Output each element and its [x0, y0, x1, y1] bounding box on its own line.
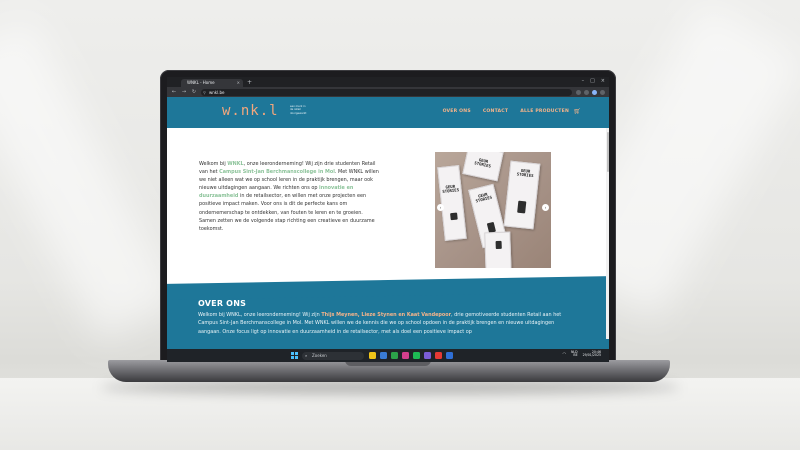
window-controls: – □ ×	[582, 78, 605, 84]
windows-logo-icon	[295, 352, 298, 355]
product-box: GEUR STORIES	[503, 160, 541, 230]
taskbar-app-icon[interactable]	[380, 352, 387, 359]
new-tab-icon[interactable]: +	[247, 79, 252, 87]
wifi-icon[interactable]: ◠	[563, 352, 567, 356]
reload-icon[interactable]: ↻	[191, 89, 197, 95]
laptop-shadow	[100, 380, 680, 394]
profile-avatar[interactable]	[592, 89, 597, 95]
laptop-screen: WNKL - Home × + – □ × ← → ↻ ⚲ wnkl.be w.…	[167, 77, 609, 362]
forward-icon[interactable]: →	[181, 89, 187, 95]
search-placeholder: Zoeken	[312, 352, 327, 358]
clock[interactable]: 20:46 29/01/2025	[582, 350, 601, 359]
product-label: GEUR STORIES	[473, 157, 492, 170]
intro-text-part: Welkom bij	[199, 161, 228, 167]
browser-menu-icon[interactable]	[600, 89, 605, 95]
product-label: GEUR STORIES	[475, 191, 493, 204]
taskbar-search[interactable]: ⌕ Zoeken	[302, 351, 364, 360]
site-logo[interactable]: w.nk.l	[222, 103, 279, 119]
main-nav: OVER ONS CONTACT ALLE PRODUCTEN	[443, 109, 569, 114]
intro-brand: WNKL	[227, 161, 244, 167]
windows-logo-icon	[295, 356, 298, 359]
product-label: GEUR STORIES	[516, 167, 534, 179]
nav-alle-producten[interactable]: ALLE PRODUCTEN	[520, 109, 569, 114]
start-button[interactable]	[291, 352, 298, 359]
intro-school-link[interactable]: Campus Sint-Jan Berchmanscollege in Mol	[219, 169, 335, 175]
system-tray: ◠ NLD BE 20:46 29/01/2025	[563, 350, 602, 359]
taskbar-app-icon[interactable]	[413, 352, 420, 359]
bookmark-icon[interactable]	[576, 89, 581, 95]
browser-tab[interactable]: WNKL - Home ×	[181, 79, 243, 87]
page-scrollbar[interactable]	[606, 128, 609, 339]
taskbar-apps	[369, 352, 453, 359]
close-window-icon[interactable]: ×	[601, 78, 605, 84]
taskbar-app-icon[interactable]	[391, 352, 398, 359]
about-text: Welkom bij WNKL, onze leeronderneming! W…	[198, 311, 570, 336]
browser-toolbar: ← → ↻ ⚲ wnkl.be	[167, 87, 609, 97]
product-window	[495, 240, 502, 250]
clock-date: 29/01/2025	[582, 353, 601, 358]
product-box: GEUR STORIES	[462, 152, 504, 182]
back-icon[interactable]: ←	[171, 89, 177, 95]
extensions-icon[interactable]	[584, 89, 589, 95]
taskbar-app-icon[interactable]	[424, 352, 431, 359]
extensions-area	[576, 89, 605, 95]
tab-title: WNKL - Home	[187, 80, 215, 85]
taskbar-app-icon[interactable]	[446, 352, 453, 359]
nav-over-ons[interactable]: OVER ONS	[443, 109, 471, 114]
address-bar[interactable]: ⚲ wnkl.be	[201, 88, 572, 96]
hero-section: Welkom bij WNKL, onze leeronderneming! W…	[167, 128, 609, 288]
language-region: BE	[573, 353, 578, 358]
language-indicator[interactable]: NLD BE	[571, 350, 578, 359]
carousel-prev-icon[interactable]: ‹	[437, 204, 444, 211]
tab-close-icon[interactable]: ×	[237, 79, 240, 87]
site-info-icon[interactable]: ⚲	[203, 89, 206, 96]
taskbar-app-icon[interactable]	[435, 352, 442, 359]
product-window	[517, 200, 527, 214]
minimize-icon[interactable]: –	[582, 78, 585, 84]
site-header: w.nk.l een merk in de retail doorgewerkt…	[167, 97, 609, 128]
intro-text: Welkom bij WNKL, onze leeronderneming! W…	[199, 160, 381, 233]
product-box	[484, 231, 512, 268]
taskbar: ⌕ Zoeken ◠ NLD BE 20:46 29/01/2025	[167, 349, 609, 362]
windows-logo-icon	[291, 352, 294, 355]
product-label: GEUR STORIES	[442, 183, 460, 195]
windows-logo-icon	[291, 356, 294, 359]
about-names: Thijs Meynen, Lieze Stynen en Kaat Vande…	[321, 312, 452, 318]
about-text-part: Welkom bij WNKL, onze leeronderneming! W…	[198, 312, 322, 318]
search-icon: ⌕	[305, 352, 308, 358]
taskbar-app-icon[interactable]	[402, 352, 409, 359]
browser-tab-bar: WNKL - Home × + – □ ×	[167, 77, 609, 87]
maximize-icon[interactable]: □	[590, 78, 595, 84]
taskbar-app-icon[interactable]	[369, 352, 376, 359]
product-box: GEUR STORIES	[437, 165, 467, 241]
product-window	[450, 212, 458, 221]
product-carousel[interactable]: GEUR STORIES GEUR STORIES GEUR STORIES G…	[435, 152, 551, 268]
logo-tagline: een merk in de retail doorgewerkt	[290, 105, 307, 115]
nav-contact[interactable]: CONTACT	[483, 109, 508, 114]
cart-icon[interactable]: 🛒︎	[573, 108, 581, 115]
about-heading: OVER ONS	[198, 299, 247, 308]
light-streak	[0, 17, 180, 343]
url-text: wnkl.be	[209, 89, 225, 95]
carousel-next-icon[interactable]: ›	[542, 204, 549, 211]
scrollbar-thumb[interactable]	[606, 132, 609, 172]
